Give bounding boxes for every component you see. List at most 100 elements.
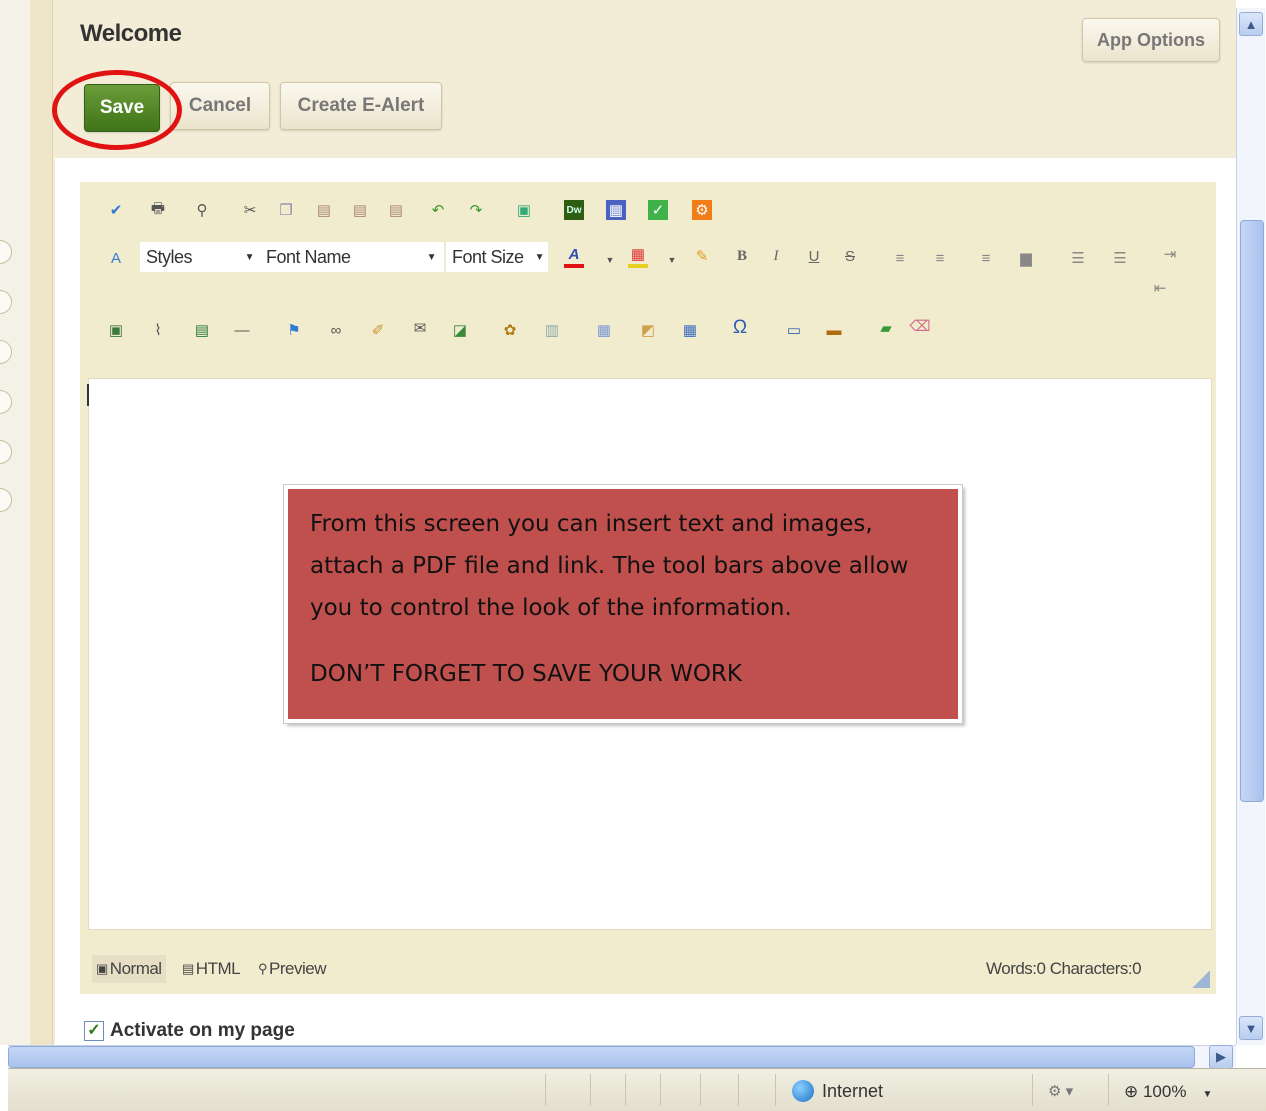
status-separator — [1032, 1074, 1033, 1106]
rail-tab[interactable] — [0, 440, 12, 464]
status-separator — [625, 1074, 626, 1106]
app-options-button[interactable]: App Options — [1082, 18, 1220, 62]
cancel-button[interactable]: Cancel — [170, 82, 270, 130]
check-icon[interactable]: ✓ — [648, 200, 668, 220]
mode-normal-tab[interactable]: ▣ Normal — [92, 955, 166, 983]
chevron-down-icon: ▼ — [426, 251, 437, 263]
word-character-count: Words:0 Characters:0 — [986, 959, 1142, 978]
rail-tab[interactable] — [0, 290, 12, 314]
undo-icon[interactable]: ↶ — [428, 200, 448, 220]
mode-html-tab[interactable]: ▤ HTML — [182, 955, 241, 983]
find-icon[interactable]: ⚲ — [192, 200, 212, 220]
justify-icon[interactable]: ▆ — [1016, 248, 1036, 268]
rail-tab[interactable] — [0, 488, 12, 512]
link-icon[interactable]: ∞ — [326, 320, 346, 340]
dreamweaver-icon[interactable]: Dw — [564, 200, 584, 220]
template-box-icon[interactable]: ▬ — [824, 320, 844, 340]
table-icon[interactable]: ▦ — [594, 320, 614, 340]
rail-tab[interactable] — [0, 340, 12, 364]
rail-tab[interactable] — [0, 390, 12, 414]
rail-tab[interactable] — [0, 240, 12, 264]
activate-checkbox[interactable]: ✓ — [84, 1021, 104, 1041]
status-separator — [738, 1074, 739, 1106]
create-e-alert-button[interactable]: Create E-Alert — [280, 82, 442, 130]
protected-mode-icon[interactable]: ⚙ ▾ — [1048, 1082, 1073, 1100]
status-bar — [8, 1068, 1266, 1111]
print-icon[interactable]: 🖶 — [148, 200, 168, 220]
search-icon: ⚲ — [258, 961, 268, 976]
chevron-down-icon[interactable]: ▼ — [662, 250, 682, 270]
align-right-icon[interactable]: ≡ — [976, 248, 996, 268]
align-center-icon[interactable]: ≡ — [930, 248, 950, 268]
font-color-icon[interactable]: A — [564, 244, 584, 268]
text-caret — [87, 384, 89, 406]
copy-icon[interactable]: ❐ — [276, 200, 296, 220]
fullscreen-icon[interactable]: ▣ — [514, 200, 534, 220]
globe-icon — [792, 1080, 814, 1102]
paste-icon[interactable]: ▤ — [314, 200, 334, 220]
mode-preview-tab[interactable]: ⚲ Preview — [258, 955, 326, 983]
italic-icon[interactable]: I — [766, 246, 786, 266]
special-character-icon[interactable]: Ω — [730, 317, 750, 338]
unlink-icon[interactable]: ✐ — [368, 320, 388, 340]
vertical-scroll-thumb[interactable] — [1240, 220, 1264, 802]
left-rail — [0, 0, 31, 1045]
numbered-list-icon[interactable]: ☰ — [1068, 248, 1088, 268]
cut-icon[interactable]: ✂ — [240, 200, 260, 220]
chevron-down-icon: ▼ — [1202, 1089, 1213, 1100]
styles-dropdown[interactable]: Styles ▼ — [140, 242, 262, 272]
scroll-down-icon[interactable]: ▼ — [1239, 1016, 1263, 1040]
attachment-icon[interactable]: ⌇ — [148, 320, 168, 340]
scroll-up-icon[interactable]: ▲ — [1239, 12, 1263, 36]
callout-warning: DON’T FORGET TO SAVE YOUR WORK — [310, 661, 742, 687]
activate-checkbox-row[interactable]: ✓ Activate on my page — [84, 1020, 295, 1042]
font-name-dropdown[interactable]: Font Name ▼ — [260, 242, 444, 272]
outdent-icon[interactable]: ⇤ — [1150, 278, 1170, 298]
form-icon[interactable]: ▭ — [784, 320, 804, 340]
status-separator — [590, 1074, 591, 1106]
redo-icon[interactable]: ↷ — [466, 200, 486, 220]
document-icon[interactable]: ▥ — [542, 320, 562, 340]
paste-word-icon[interactable]: ▤ — [350, 200, 370, 220]
zoom-control[interactable]: ⊕ 100% ▼ — [1124, 1082, 1212, 1102]
eraser-icon[interactable]: ⌫ — [909, 316, 930, 336]
media-icon[interactable]: ▤ — [192, 320, 212, 340]
status-separator — [700, 1074, 701, 1106]
annotation-ring — [52, 70, 182, 150]
paste-text-icon[interactable]: ▤ — [386, 200, 406, 220]
clear-format-icon[interactable]: ✎ — [692, 246, 712, 266]
styles-label: Styles — [146, 246, 193, 267]
editor-mode-bar: ▣ Normal ▤ HTML ⚲ Preview Words:0 Character… — [88, 955, 1210, 985]
table-properties-icon[interactable]: ◩ — [638, 320, 658, 340]
page-title: Welcome — [80, 20, 182, 47]
highlight-color-icon[interactable]: ▦ — [628, 244, 648, 268]
status-separator — [775, 1074, 776, 1106]
indent-icon[interactable]: ⇥ — [1160, 244, 1180, 264]
horizontal-scroll-thumb[interactable] — [8, 1046, 1195, 1068]
status-separator — [545, 1074, 546, 1106]
comment-icon[interactable]: ▰ — [876, 318, 896, 338]
flash-icon[interactable]: ✿ — [500, 320, 520, 340]
image-map-icon[interactable]: ◪ — [450, 320, 470, 340]
underline-icon[interactable]: U — [804, 246, 824, 266]
strikethrough-icon[interactable]: S — [840, 246, 860, 266]
scroll-right-icon[interactable]: ▶ — [1209, 1045, 1233, 1069]
spellcheck-icon[interactable]: ✔ — [106, 200, 126, 220]
mode-preview-label: Preview — [269, 959, 326, 978]
status-separator — [1108, 1074, 1109, 1106]
horizontal-rule-icon[interactable]: — — [232, 320, 252, 340]
bold-icon[interactable]: B — [732, 246, 752, 266]
resize-grip-icon[interactable] — [1192, 970, 1210, 988]
font-size-dropdown[interactable]: Font Size ▼ — [446, 242, 548, 272]
image-icon[interactable]: ▣ — [106, 320, 126, 340]
chevron-down-icon[interactable]: ▼ — [600, 250, 620, 270]
callout-text: From this screen you can insert text and… — [310, 511, 909, 621]
help-icon[interactable]: ⚙ — [692, 200, 712, 220]
template-icon[interactable]: ▦ — [606, 200, 626, 220]
grid-icon[interactable]: ▦ — [680, 320, 700, 340]
format-painter-icon[interactable]: A — [106, 248, 126, 268]
email-link-icon[interactable]: ✉ — [410, 318, 430, 338]
align-left-icon[interactable]: ≡ — [890, 248, 910, 268]
bullet-list-icon[interactable]: ☰ — [1110, 248, 1130, 268]
anchor-icon[interactable]: ⚑ — [284, 320, 304, 340]
